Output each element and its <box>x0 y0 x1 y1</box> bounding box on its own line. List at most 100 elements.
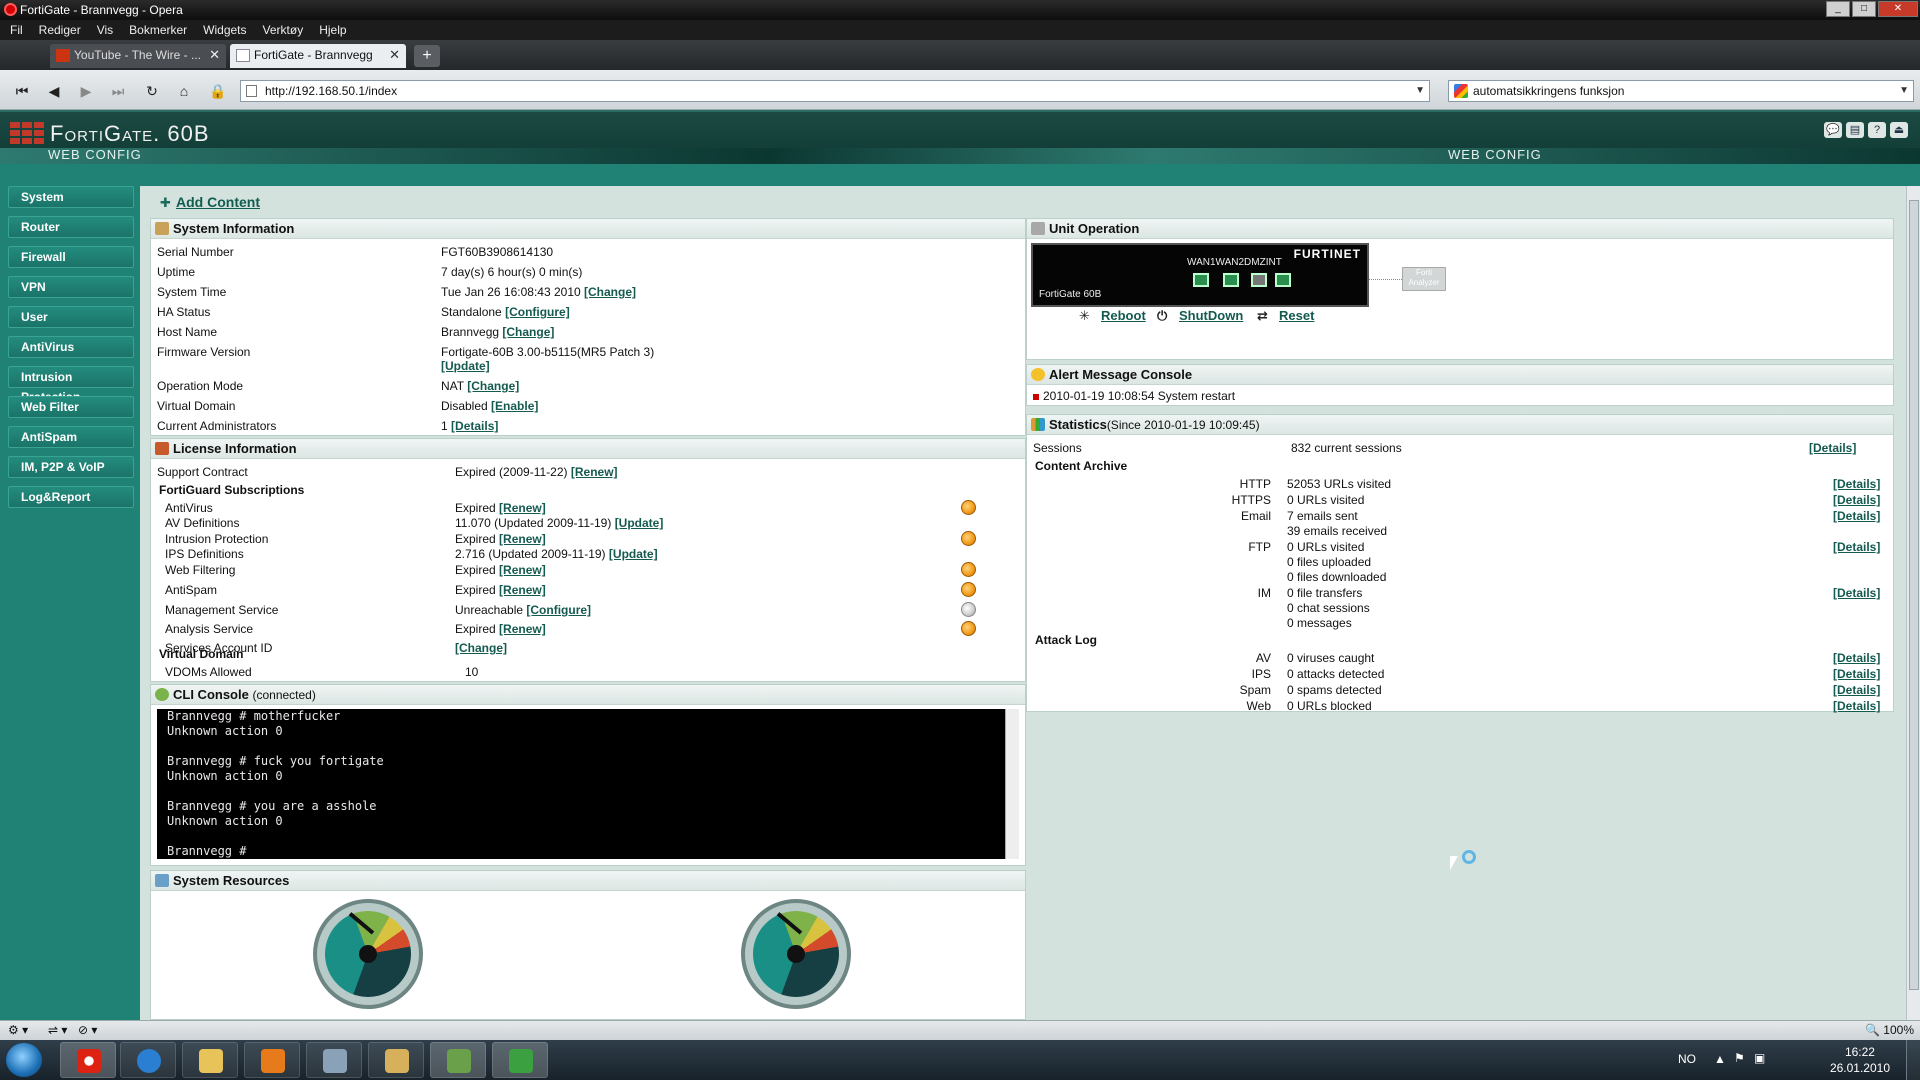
reload-button[interactable]: ↻ <box>140 81 164 101</box>
details-link[interactable]: [Details] <box>1833 586 1880 600</box>
tray-arrow-icon[interactable]: ▲ <box>1714 1052 1726 1066</box>
port-int[interactable] <box>1275 273 1291 287</box>
port-wan1[interactable] <box>1193 273 1209 287</box>
sidebar-item-vpn[interactable]: VPN <box>8 276 134 298</box>
taskbar-app-tools[interactable] <box>368 1042 424 1078</box>
sidebar-item-log-report[interactable]: Log&Report <box>8 486 134 508</box>
taskbar-opera[interactable] <box>60 1042 116 1078</box>
details-link[interactable]: [Details] <box>1833 493 1880 507</box>
address-field[interactable]: http://192.168.50.1/index ▼ <box>240 80 1430 102</box>
close-tab-icon[interactable]: ✕ <box>389 44 400 66</box>
sysinfo-link[interactable]: [Enable] <box>491 399 538 413</box>
taskbar-ie[interactable] <box>120 1042 176 1078</box>
rewind-button[interactable]: ⏮ <box>10 81 34 101</box>
widget-header[interactable]: CLI Console (connected) <box>151 685 1025 705</box>
clock[interactable]: 16:22 26.01.2010 <box>1830 1044 1890 1076</box>
sessions-details-link[interactable]: [Details] <box>1809 441 1856 455</box>
taskbar-media-player[interactable] <box>244 1042 300 1078</box>
network-icon[interactable]: ▣ <box>1754 1051 1765 1065</box>
widget-header[interactable]: Unit Operation <box>1027 219 1893 239</box>
widget-header[interactable]: License Information <box>151 439 1025 459</box>
sidebar-item-router[interactable]: Router <box>8 216 134 238</box>
widget-header[interactable]: Alert Message Console <box>1027 365 1893 385</box>
license-link[interactable]: [Renew] <box>499 563 546 577</box>
license-link[interactable]: [Change] <box>455 641 507 655</box>
details-link[interactable]: [Details] <box>1833 699 1880 713</box>
menu-widgets[interactable]: Widgets <box>197 20 256 40</box>
home-button[interactable]: ⌂ <box>172 81 196 101</box>
sysinfo-link[interactable]: [Details] <box>451 419 498 433</box>
renew-link[interactable]: [Renew] <box>571 465 618 479</box>
sidebar-item-system[interactable]: System <box>8 186 134 208</box>
tab-youtube[interactable]: YouTube - The Wire - ... ✕ <box>50 44 226 68</box>
license-link[interactable]: [Renew] <box>499 622 546 636</box>
maximize-button[interactable]: □ <box>1852 1 1876 17</box>
new-tab-button[interactable]: + <box>414 45 440 67</box>
widget-header[interactable]: System Resources <box>151 871 1025 891</box>
menu-tools[interactable]: Verktøy <box>257 20 314 40</box>
taskbar-utorrent[interactable] <box>492 1042 548 1078</box>
sysinfo-link[interactable]: [Change] <box>467 379 519 393</box>
details-link[interactable]: [Details] <box>1833 667 1880 681</box>
license-link[interactable]: [Configure] <box>526 603 591 617</box>
menu-file[interactable]: Fil <box>4 20 33 40</box>
cli-terminal[interactable]: Brannvegg # motherfucker Unknown action … <box>157 709 1019 859</box>
details-link[interactable]: [Details] <box>1833 509 1880 523</box>
back-button[interactable]: ◀ <box>42 81 66 101</box>
details-link[interactable]: [Details] <box>1833 540 1880 554</box>
details-link[interactable]: [Details] <box>1833 477 1880 491</box>
sidebar-item-firewall[interactable]: Firewall <box>8 246 134 268</box>
menu-bookmarks[interactable]: Bokmerker <box>123 20 197 40</box>
sidebar-item-antivirus[interactable]: AntiVirus <box>8 336 134 358</box>
taskbar-app-users[interactable] <box>430 1042 486 1078</box>
fast-forward-button[interactable]: ⏭ <box>106 81 130 101</box>
sysinfo-link[interactable]: [Update] <box>441 359 490 373</box>
search-field[interactable]: automatsikkringens funksjon ▼ <box>1448 80 1914 102</box>
sidebar-item-antispam[interactable]: AntiSpam <box>8 426 134 448</box>
details-link[interactable]: [Details] <box>1833 651 1880 665</box>
add-content-link[interactable]: ✚ Add Content <box>160 194 260 210</box>
reboot-button[interactable]: ✳ Reboot <box>1079 308 1146 323</box>
sysinfo-link[interactable]: [Change] <box>584 285 636 299</box>
page-scrollbar[interactable] <box>1906 186 1920 1020</box>
start-button[interactable] <box>6 1043 42 1077</box>
cli-scrollbar[interactable] <box>1005 709 1019 859</box>
minimize-button[interactable]: _ <box>1826 1 1850 17</box>
close-tab-icon[interactable]: ✕ <box>209 44 220 66</box>
shutdown-button[interactable]: ⏻ ShutDown <box>1157 308 1243 323</box>
sysinfo-link[interactable]: [Configure] <box>505 305 570 319</box>
menu-edit[interactable]: Rediger <box>33 20 91 40</box>
widget-header[interactable]: Statistics(Since 2010-01-19 10:09:45) <box>1027 415 1893 435</box>
tab-fortigate[interactable]: FortiGate - Brannvegg ✕ <box>230 44 406 68</box>
sidebar-item-intrusion-protection[interactable]: Intrusion Protection <box>8 366 134 404</box>
forti-analyzer-box[interactable]: Forti Analyzer <box>1402 267 1446 291</box>
language-indicator[interactable]: NO <box>1678 1052 1696 1066</box>
taskbar-explorer[interactable] <box>182 1042 238 1078</box>
scroll-thumb[interactable] <box>1909 200 1919 990</box>
tools-icon[interactable]: ⚙ ▾ <box>8 1023 28 1037</box>
images-icon[interactable]: ⊘ ▾ <box>78 1023 97 1037</box>
zoom-level[interactable]: 🔍 100% <box>1865 1023 1914 1037</box>
sidebar-item-im-p2p-voip[interactable]: IM, P2P & VoIP <box>8 456 134 478</box>
details-link[interactable]: [Details] <box>1833 683 1880 697</box>
license-link[interactable]: [Update] <box>609 547 658 561</box>
license-link[interactable]: [Renew] <box>499 532 546 546</box>
reset-button[interactable]: ⇄ Reset <box>1257 308 1314 323</box>
sidebar-item-user[interactable]: User <box>8 306 134 328</box>
chevron-down-icon[interactable]: ▼ <box>1899 81 1909 101</box>
close-window-button[interactable]: ✕ <box>1878 1 1918 17</box>
port-dmz[interactable] <box>1251 273 1267 287</box>
sysinfo-link[interactable]: [Change] <box>502 325 554 339</box>
license-link[interactable]: [Update] <box>615 516 664 530</box>
license-link[interactable]: [Renew] <box>499 501 546 515</box>
sidebar-item-web-filter[interactable]: Web Filter <box>8 396 134 418</box>
show-desktop-button[interactable] <box>1906 1040 1920 1080</box>
widget-header[interactable]: System Information <box>151 219 1025 239</box>
chevron-down-icon[interactable]: ▼ <box>1415 81 1425 101</box>
flag-icon[interactable]: ⚑ <box>1734 1051 1745 1065</box>
menu-view[interactable]: Vis <box>91 20 123 40</box>
turbo-icon[interactable]: ⇌ ▾ <box>48 1023 67 1037</box>
taskbar-app-network[interactable] <box>306 1042 362 1078</box>
menu-help[interactable]: Hjelp <box>313 20 356 40</box>
forward-button[interactable]: ▶ <box>74 81 98 101</box>
